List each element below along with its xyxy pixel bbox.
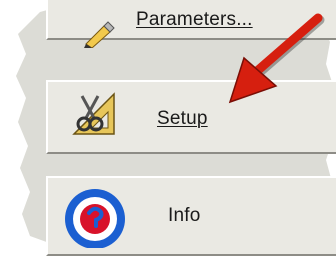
menu-panel: Parameters... Setup Info xyxy=(0,0,336,256)
info-label: Info xyxy=(168,205,201,226)
setup-label: Setup xyxy=(157,108,208,129)
red-arrow-icon xyxy=(228,13,325,104)
scissors-triangle-icon xyxy=(72,92,115,135)
help-circle-icon xyxy=(65,189,125,248)
pencil-icon xyxy=(84,21,115,48)
